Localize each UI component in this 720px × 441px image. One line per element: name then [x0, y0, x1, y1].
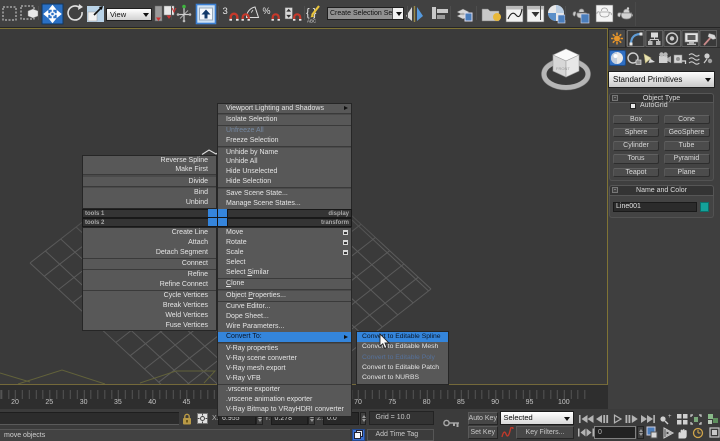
- svg-text:ABC: ABC: [307, 19, 317, 24]
- svg-text:+: +: [668, 414, 672, 420]
- svg-text:%: %: [263, 6, 271, 16]
- svg-text:3: 3: [223, 6, 228, 17]
- svg-text:FRONT: FRONT: [556, 66, 570, 71]
